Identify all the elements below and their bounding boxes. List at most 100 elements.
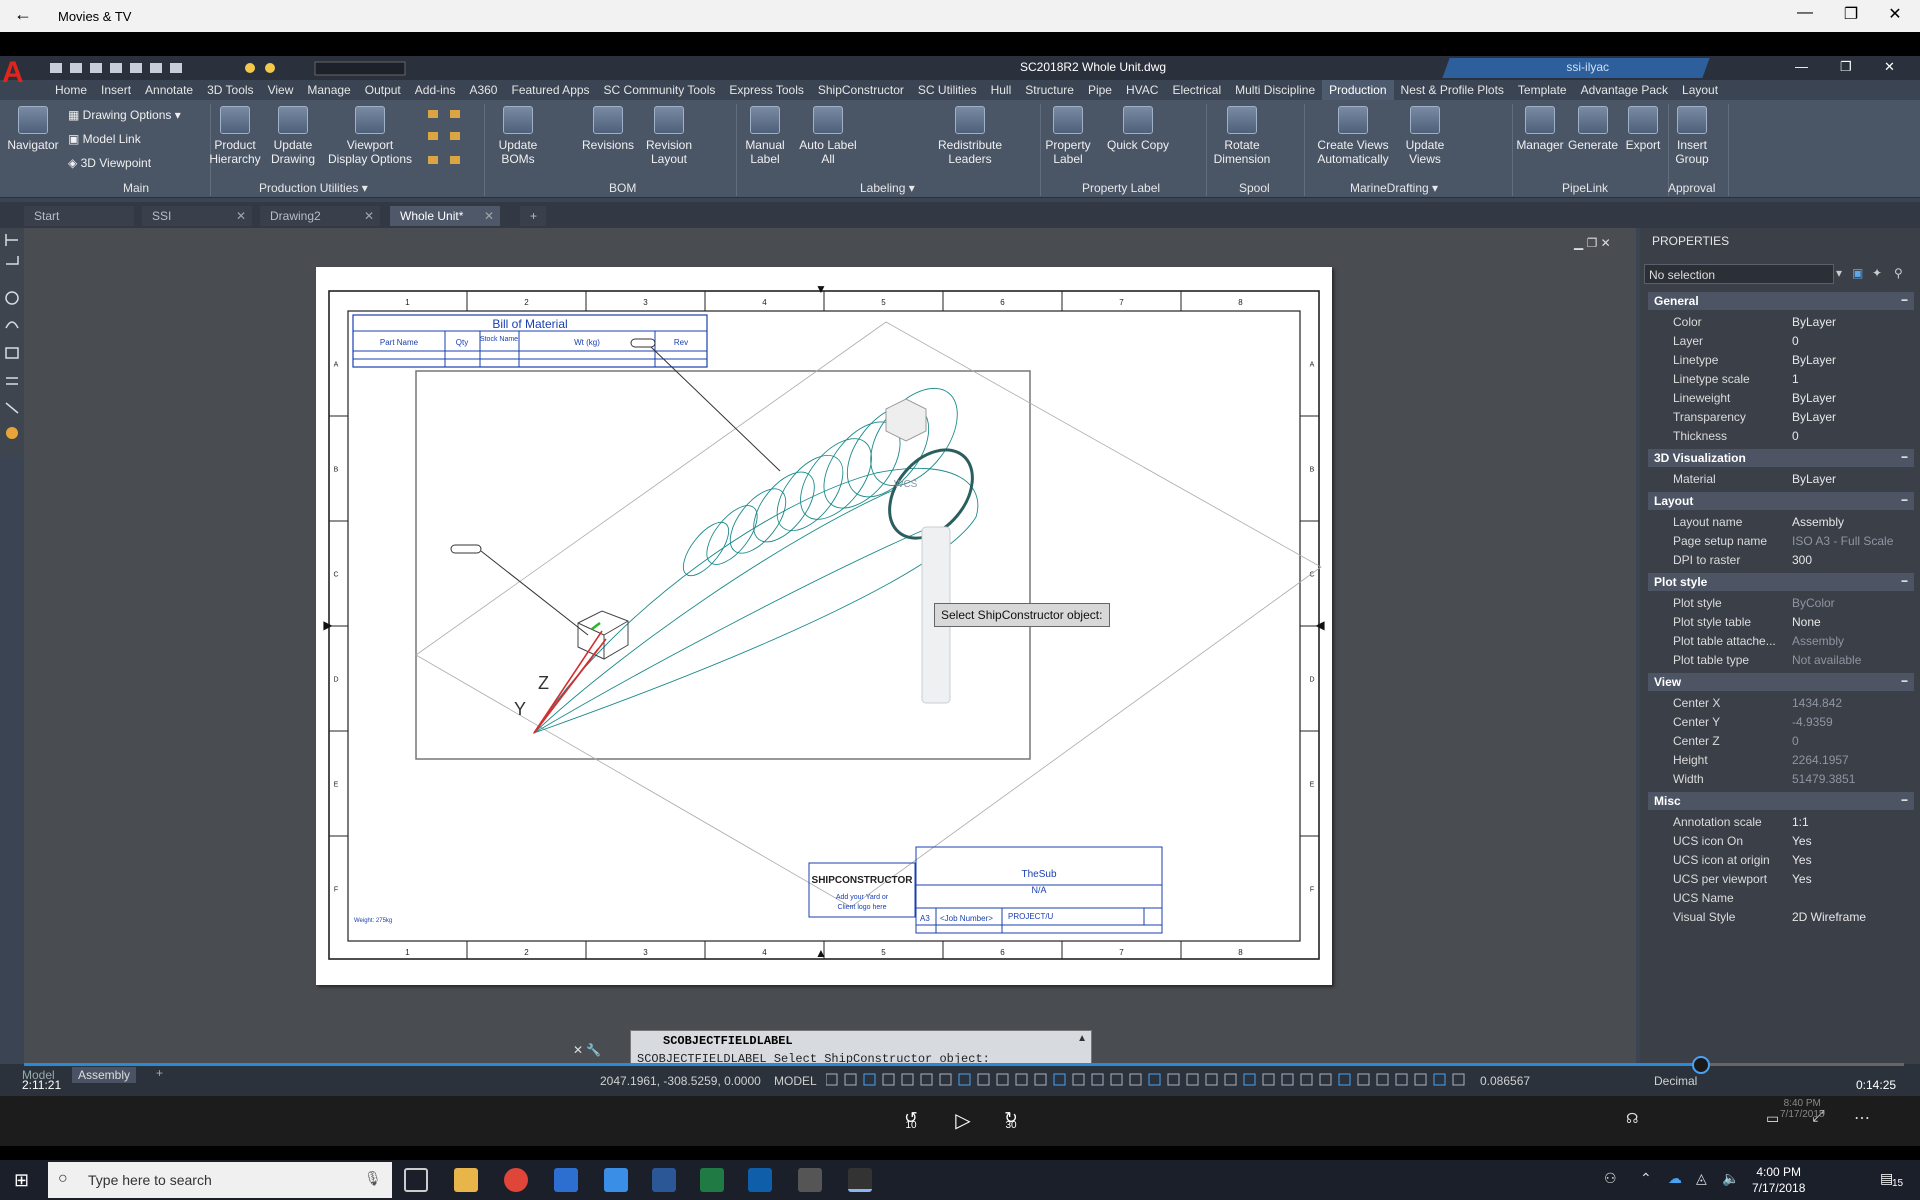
property-row[interactable]: Material ByLayer (1648, 470, 1914, 489)
ribbon-tab[interactable]: HVAC (1119, 80, 1165, 100)
status-toggle[interactable] (1110, 1073, 1123, 1086)
close-icon[interactable]: ✕ (484, 209, 494, 223)
property-row[interactable]: Color ByLayer (1648, 313, 1914, 332)
ribbon-tab[interactable]: Output (358, 80, 408, 100)
task-view-icon[interactable] (404, 1168, 428, 1192)
properties-section-view[interactable]: View − (1648, 673, 1914, 691)
property-row[interactable]: UCS icon at origin Yes (1648, 851, 1914, 870)
edge-icon[interactable] (554, 1168, 578, 1192)
properties-section-vis3d[interactable]: 3D Visualization − (1648, 449, 1914, 467)
ribbon-tab[interactable]: Multi Discipline (1228, 80, 1322, 100)
document-tab[interactable]: Whole Unit* ✕ (390, 206, 500, 226)
ribbon-tab[interactable]: Electrical (1165, 80, 1228, 100)
property-row[interactable]: UCS Name (1648, 889, 1914, 908)
acad-minimize[interactable]: — (1795, 59, 1808, 74)
ribbon-tab[interactable]: SC Community Tools (597, 80, 723, 100)
property-row[interactable]: Layer 0 (1648, 332, 1914, 351)
close-icon[interactable]: ✕ 🔧 (573, 1043, 601, 1057)
ribbon-tab[interactable]: Layout (1675, 80, 1725, 100)
manual-label-button[interactable]: Manual Label (740, 106, 790, 166)
status-toggle[interactable] (996, 1073, 1009, 1086)
status-toggle[interactable] (1034, 1073, 1047, 1086)
layout-paper[interactable]: 1 1 2 2 3 3 4 4 5 5 6 6 7 7 8 8 A A B B C C D D E E F F ▼ ▲ ▶ ◀ Bill of… (316, 267, 1332, 985)
status-toggle[interactable] (1281, 1073, 1294, 1086)
update-boms-button[interactable]: Update BOMs (494, 106, 542, 166)
production-small-icons[interactable] (424, 108, 476, 174)
add-layout-icon[interactable]: + (156, 1066, 163, 1080)
more-icon[interactable]: ⋯ (1854, 1108, 1870, 1128)
people-icon[interactable]: ⚇ (1604, 1170, 1617, 1187)
property-row[interactable]: Lineweight ByLayer (1648, 389, 1914, 408)
model-link-button[interactable]: ▣ Model Link (68, 132, 141, 146)
tray-overflow-icon[interactable]: ⌃ (1640, 1170, 1652, 1187)
ribbon-tab[interactable]: Add-ins (408, 80, 463, 100)
autocad-logo[interactable]: A (2, 56, 40, 90)
quick-access-icons[interactable] (50, 60, 430, 76)
status-toggle[interactable] (1167, 1073, 1180, 1086)
close-icon[interactable]: ✕ (236, 209, 246, 223)
ribbon-tab[interactable]: Manage (300, 80, 357, 100)
auto-label-all-button[interactable]: Auto Label All (794, 106, 862, 166)
outlook-icon[interactable] (748, 1168, 772, 1192)
property-row[interactable]: UCS per viewport Yes (1648, 870, 1914, 889)
ribbon-tab[interactable]: Template (1511, 80, 1574, 100)
ribbon-tab[interactable]: View (261, 80, 301, 100)
acad-close[interactable]: ✕ (1884, 59, 1895, 75)
property-row[interactable]: Plot table type Not available (1648, 651, 1914, 670)
status-toggle[interactable] (1129, 1073, 1142, 1086)
property-row[interactable]: Thickness 0 (1648, 427, 1914, 446)
status-toggle[interactable] (939, 1073, 952, 1086)
layout-tab-assembly[interactable]: Assembly (72, 1067, 137, 1083)
status-toggle[interactable] (1376, 1073, 1389, 1086)
ribbon-tab[interactable]: Nest & Profile Plots (1394, 80, 1511, 100)
insert-group-button[interactable]: Insert Group (1672, 106, 1712, 166)
collapse-icon[interactable]: − (1901, 574, 1908, 588)
status-toggle[interactable] (863, 1073, 876, 1086)
status-toggle[interactable] (1186, 1073, 1199, 1086)
status-toggle[interactable] (1300, 1073, 1313, 1086)
play-icon[interactable]: ▷ (950, 1108, 976, 1134)
status-toggle[interactable] (1224, 1073, 1237, 1086)
status-toggle[interactable] (826, 1073, 838, 1086)
status-toggle[interactable] (1015, 1073, 1028, 1086)
property-row[interactable]: Layout name Assembly (1648, 513, 1914, 532)
close-icon[interactable]: ✕ (364, 209, 374, 223)
file-explorer-icon[interactable] (454, 1168, 478, 1192)
ribbon-tab[interactable]: SC Utilities (911, 80, 984, 100)
product-hierarchy-button[interactable]: Product Hierarchy (206, 106, 264, 166)
system-clock[interactable]: 4:00 PM 7/17/2018 (1752, 1164, 1805, 1196)
status-toggle[interactable] (1205, 1073, 1218, 1086)
back-button[interactable]: ← (14, 4, 32, 25)
excel-icon[interactable] (700, 1168, 724, 1192)
property-row[interactable]: Center Z 0 (1648, 732, 1914, 751)
property-row[interactable]: Height 2264.1957 (1648, 751, 1914, 770)
document-tab[interactable]: Start (24, 206, 134, 226)
redistribute-leaders-button[interactable]: Redistribute Leaders (934, 106, 1006, 166)
status-toggle[interactable] (1053, 1073, 1066, 1086)
ribbon-tab[interactable]: ShipConstructor (811, 80, 911, 100)
skip-forward-button[interactable]: ↻ 30 (996, 1108, 1026, 1134)
status-toggle[interactable] (1395, 1073, 1408, 1086)
viewport-display-button[interactable]: Viewport Display Options (322, 106, 418, 166)
close-button[interactable]: ✕ (1880, 4, 1910, 24)
wcs-label[interactable]: WCS (894, 479, 918, 490)
new-tab-button[interactable]: + (520, 206, 546, 226)
status-toggle[interactable] (882, 1073, 895, 1086)
property-row[interactable]: Plot style table None (1648, 613, 1914, 632)
chevron-up-icon[interactable]: ▲ (1077, 1033, 1087, 1044)
properties-section-plotstyle[interactable]: Plot style − (1648, 573, 1914, 591)
selection-dropdown[interactable]: No selection (1644, 264, 1834, 284)
property-row[interactable]: Visual Style 2D Wireframe (1648, 908, 1914, 927)
property-row[interactable]: Linetype scale 1 (1648, 370, 1914, 389)
volume-icon[interactable]: 🔈 (1722, 1170, 1739, 1187)
cast-icon[interactable]: ☊ (1626, 1110, 1638, 1127)
property-row[interactable]: Page setup name ISO A3 - Full Scale (1648, 532, 1914, 551)
ribbon-tab[interactable]: Insert (94, 80, 138, 100)
properties-section-misc[interactable]: Misc − (1648, 792, 1914, 810)
property-row[interactable]: Center Y -4.9359 (1648, 713, 1914, 732)
revisions-button[interactable]: Revisions (578, 106, 638, 152)
property-row[interactable]: UCS icon On Yes (1648, 832, 1914, 851)
navigator-button[interactable]: Navigator (6, 106, 60, 152)
property-row[interactable]: DPI to raster 300 (1648, 551, 1914, 570)
user-bar[interactable]: ssi-ilyac (1442, 58, 1710, 78)
